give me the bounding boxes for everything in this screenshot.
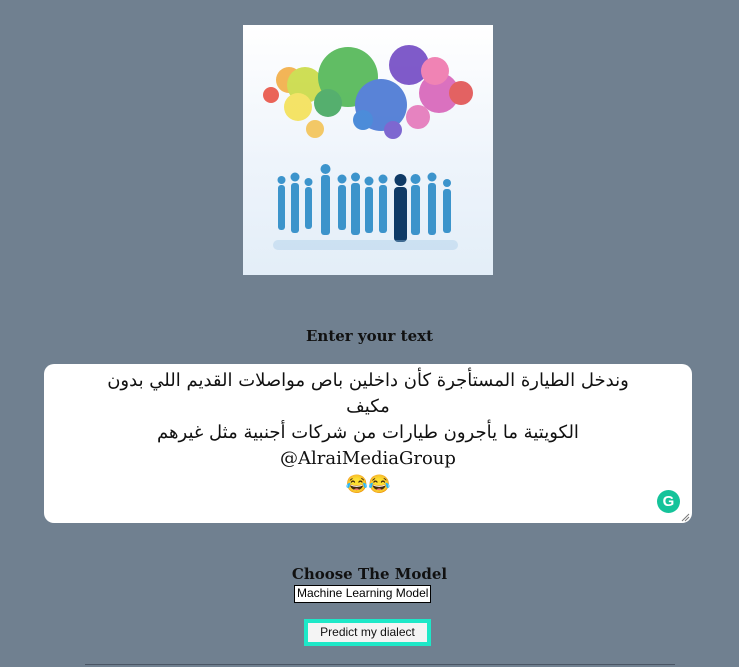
model-select[interactable]: Machine Learning Model bbox=[294, 585, 432, 603]
predict-dialect-button[interactable]: Predict my dialect bbox=[304, 619, 431, 646]
people-speech-bubbles-illustration bbox=[263, 45, 473, 250]
hero-image bbox=[243, 25, 493, 275]
grammarly-icon[interactable]: G bbox=[657, 490, 680, 513]
model-label: Choose The Model bbox=[291, 565, 448, 583]
dialect-text-input[interactable]: وندخل الطيارة المستأجرة كأن داخلين باص م… bbox=[44, 364, 692, 523]
resize-handle-icon[interactable] bbox=[680, 512, 690, 522]
text-input-label: Enter your text bbox=[305, 327, 434, 345]
page-divider bbox=[85, 664, 675, 665]
